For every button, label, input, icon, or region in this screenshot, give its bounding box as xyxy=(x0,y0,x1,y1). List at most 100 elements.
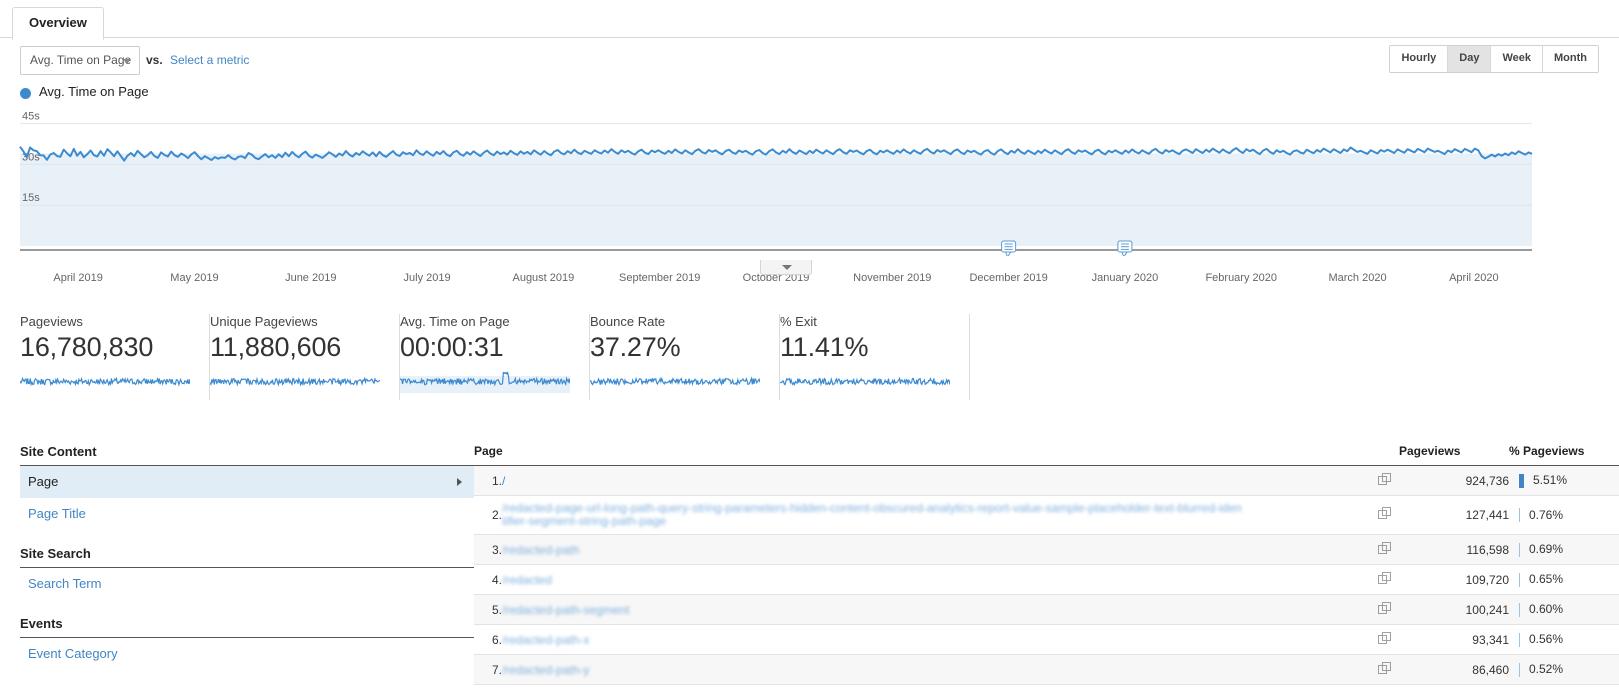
tab-strip: Overview xyxy=(0,0,1619,40)
chevron-down-icon xyxy=(123,59,131,64)
pct-pageviews-cell: 0.76% xyxy=(1509,495,1619,535)
page-url-text: /redacted-page-url-long-path-query-strin… xyxy=(502,501,1242,528)
pct-bar-indicator xyxy=(1519,508,1520,523)
sidebar-item-search-term[interactable]: Search Term xyxy=(20,568,474,600)
sidebar-item-label: Search Term xyxy=(28,576,102,591)
vs-label: vs. xyxy=(146,53,163,67)
kpi-sparkline xyxy=(590,376,760,387)
open-in-new-window-icon[interactable] xyxy=(1369,564,1399,595)
open-in-new-window-icon[interactable] xyxy=(1369,654,1399,685)
open-in-new-window-icon[interactable] xyxy=(1369,495,1399,535)
pct-pageviews-value: 0.56% xyxy=(1529,632,1564,647)
x-axis-tick-label: February 2020 xyxy=(1205,272,1277,284)
row-index: 5. xyxy=(474,594,502,625)
page-url-link[interactable]: /redacted-page-url-long-path-query-strin… xyxy=(502,495,1369,535)
chart-canvas[interactable]: 45s30s15s xyxy=(0,110,1619,256)
table-head: Page Pageviews % Pageviews xyxy=(474,438,1619,466)
kpi-sparkline xyxy=(20,376,190,387)
timeseries-chart[interactable]: 45s 30s 15s xyxy=(0,110,1619,270)
tab-overview[interactable]: Overview xyxy=(12,7,104,40)
table-row[interactable]: 7./redacted-path-y 86,460 0.52% xyxy=(474,654,1619,685)
page-url-link[interactable]: /redacted-path-x xyxy=(502,624,1369,655)
pct-pageviews-cell: 0.65% xyxy=(1509,564,1619,595)
pct-bar-indicator xyxy=(1519,632,1520,647)
open-in-new-window-icon[interactable] xyxy=(1369,624,1399,655)
kpi-sparkline xyxy=(780,376,950,387)
svg-text:15s: 15s xyxy=(22,192,40,204)
kpi-label: Pageviews xyxy=(20,314,83,329)
pageviews-value: 924,736 xyxy=(1399,465,1509,496)
page-url-link[interactable]: /redacted xyxy=(502,564,1369,595)
metric-select-dropdown[interactable]: Avg. Time on Page xyxy=(20,46,140,75)
sidebar-item-label: Page xyxy=(28,474,59,489)
column-header-pageviews[interactable]: Pageviews xyxy=(1399,438,1509,466)
table-row[interactable]: 6./redacted-path-x 93,341 0.56% xyxy=(474,624,1619,655)
sidebar-item-page[interactable]: Page xyxy=(20,466,474,498)
x-axis-tick-label: July 2019 xyxy=(403,272,451,284)
kpi-card[interactable]: Unique Pageviews 11,880,606 xyxy=(210,314,400,400)
table-row[interactable]: 4./redacted 109,720 0.65% xyxy=(474,564,1619,595)
row-index: 2. xyxy=(474,495,502,535)
kpi-card[interactable]: % Exit 11.41% xyxy=(780,314,970,400)
period-day[interactable]: Day xyxy=(1448,46,1492,72)
kpi-card[interactable]: Avg. Time on Page 00:00:31 xyxy=(400,314,590,400)
pct-pageviews-cell: 5.51% xyxy=(1509,465,1619,496)
page-url-link[interactable]: /redacted-path-segment xyxy=(502,594,1369,625)
page-url-text: /redacted-path-segment xyxy=(502,602,630,617)
pct-bar-indicator xyxy=(1519,662,1520,677)
pct-pageviews-cell: 0.69% xyxy=(1509,534,1619,565)
sidebar-item-page-title[interactable]: Page Title xyxy=(20,498,474,530)
period-week[interactable]: Week xyxy=(1491,46,1544,72)
pageviews-value: 109,720 xyxy=(1399,564,1509,595)
period-month[interactable]: Month xyxy=(1543,46,1598,72)
x-axis-tick-label: January 2020 xyxy=(1091,272,1159,284)
row-index: 3. xyxy=(474,534,502,565)
table-row[interactable]: 5./redacted-path-segment 100,241 0.60% xyxy=(474,594,1619,625)
sidebar-item-event-category[interactable]: Event Category xyxy=(20,638,474,670)
chart-annotation-marker[interactable] xyxy=(1117,240,1133,256)
column-header-page[interactable]: Page xyxy=(474,438,1399,466)
page-url-text: /redacted xyxy=(502,572,553,587)
chart-annotation-marker[interactable] xyxy=(1001,240,1017,256)
row-index: 4. xyxy=(474,564,502,595)
kpi-card[interactable]: Pageviews 16,780,830 xyxy=(20,314,210,400)
kpi-sparkline xyxy=(210,376,380,387)
table-row[interactable]: 1./ 924,736 5.51% xyxy=(474,465,1619,496)
pages-table-wrapper: Page Pageviews % Pageviews 1./924,736 5.5… xyxy=(474,438,1619,685)
period-hourly[interactable]: Hourly xyxy=(1390,46,1449,72)
table-row[interactable]: 2./redacted-page-url-long-path-query-str… xyxy=(474,495,1619,535)
open-in-new-window-icon[interactable] xyxy=(1369,465,1399,496)
legend-color-dot xyxy=(20,88,31,99)
page-url-link[interactable]: /redacted-path-y xyxy=(502,654,1369,685)
open-in-new-window-icon[interactable] xyxy=(1369,594,1399,625)
pageviews-value: 127,441 xyxy=(1399,495,1509,535)
select-a-metric-link[interactable]: Select a metric xyxy=(170,53,249,67)
open-in-new-window-icon[interactable] xyxy=(1369,534,1399,565)
chevron-down-icon xyxy=(782,265,792,270)
row-index: 1. xyxy=(474,465,502,496)
pct-bar-indicator xyxy=(1519,572,1520,587)
kpi-value: 11.41% xyxy=(780,332,869,362)
pageviews-value: 93,341 xyxy=(1399,624,1509,655)
pct-pageviews-value: 0.65% xyxy=(1529,572,1564,587)
pct-bar-indicator xyxy=(1519,602,1520,617)
kpi-value: 11,880,606 xyxy=(210,332,342,362)
pct-pageviews-cell: 0.56% xyxy=(1509,624,1619,655)
svg-text:45s: 45s xyxy=(22,111,40,123)
page-url-link[interactable]: / xyxy=(502,465,1369,496)
x-axis-tick-label: August 2019 xyxy=(512,272,575,284)
column-header-pct-pageviews[interactable]: % Pageviews xyxy=(1509,438,1619,466)
pages-table: Page Pageviews % Pageviews 1./924,736 5.5… xyxy=(474,438,1619,685)
nav-group-title: Events xyxy=(20,610,474,638)
page-url-link[interactable]: /redacted-path xyxy=(502,534,1369,565)
chart-collapse-button[interactable] xyxy=(760,260,812,275)
kpi-label: Unique Pageviews xyxy=(210,314,318,329)
table-row[interactable]: 3./redacted-path 116,598 0.69% xyxy=(474,534,1619,565)
kpi-card[interactable]: Bounce Rate 37.27% xyxy=(590,314,780,400)
x-axis-tick-label: March 2020 xyxy=(1328,272,1387,284)
pct-pageviews-value: 0.52% xyxy=(1529,662,1564,677)
x-axis-tick-label: June 2019 xyxy=(285,272,337,284)
page-url-text: / xyxy=(502,473,506,488)
